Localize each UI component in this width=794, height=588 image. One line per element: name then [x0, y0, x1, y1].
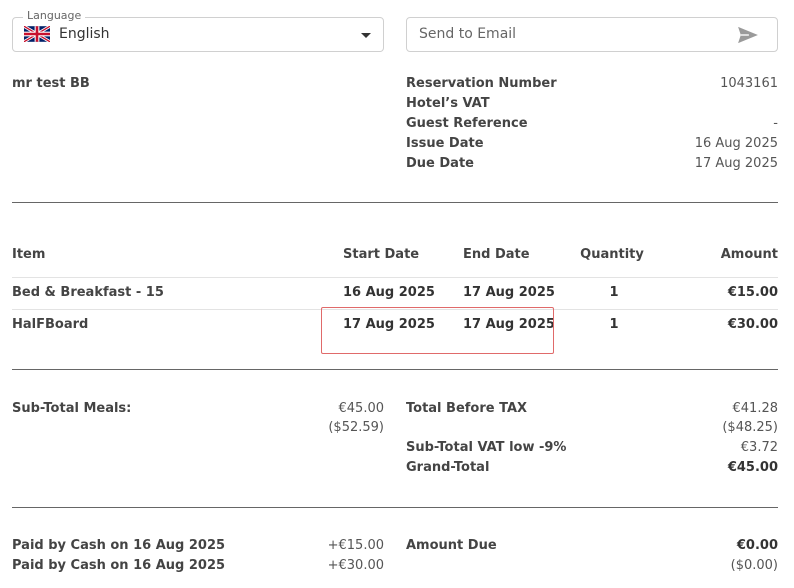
meta-label: Due Date — [406, 156, 474, 171]
subtotal-vat-label: Sub-Total VAT low -9% — [406, 440, 567, 455]
chevron-down-icon[interactable] — [361, 33, 371, 38]
guest-name: mr test BB — [12, 76, 90, 91]
payment-label: Paid by Cash on 16 Aug 2025 — [12, 538, 226, 553]
meta-label: Guest Reference — [406, 116, 528, 131]
meta-value: 1043161 — [720, 76, 778, 91]
payment-label: Paid by Cash on 16 Aug 2025 — [12, 558, 226, 573]
meta-label: Reservation Number — [406, 76, 557, 91]
language-value: English — [59, 26, 110, 42]
total-before-tax-label: Total Before TAX — [406, 401, 528, 416]
amount-due-value-alt: ($0.00) — [730, 558, 778, 573]
grand-total-value: €45.00 — [727, 460, 778, 475]
meta-value: 16 Aug 2025 — [694, 136, 778, 151]
table-row-amount: €15.00 — [727, 285, 778, 300]
header-quantity: Quantity — [580, 247, 644, 262]
meta-row-due-date: Due Date 17 Aug 2025 — [406, 156, 778, 176]
meta-value: - — [773, 116, 778, 131]
divider — [12, 202, 778, 203]
header-start-date: Start Date — [343, 247, 420, 262]
meta-label: Hotel’s VAT — [406, 96, 490, 111]
total-before-tax-value: €41.28 — [732, 401, 779, 416]
subtotal-meals-value: €45.00 — [338, 401, 385, 416]
amount-due-value: €0.00 — [736, 538, 778, 553]
divider — [12, 369, 778, 370]
header-amount: Amount — [720, 247, 778, 262]
total-before-tax-value-alt: ($48.25) — [722, 420, 778, 435]
subtotal-vat-value: €3.72 — [740, 440, 778, 455]
language-select[interactable]: Language English — [12, 9, 384, 52]
email-placeholder: Send to Email — [419, 26, 517, 42]
table-row-item: Bed & Breakfast - 15 — [12, 285, 164, 300]
uk-flag-icon — [24, 26, 50, 42]
meta-row-reservation: Reservation Number 1043161 — [406, 76, 778, 96]
meta-value: 17 Aug 2025 — [694, 156, 778, 171]
meta-row-guest-ref: Guest Reference - — [406, 116, 778, 136]
subtotal-meals-label: Sub-Total Meals: — [12, 401, 132, 416]
amount-due-label: Amount Due — [406, 538, 497, 553]
send-email-field[interactable]: Send to Email — [406, 17, 778, 52]
invoice-meta: Reservation Number 1043161 Hotel’s VAT G… — [406, 76, 778, 176]
table-row-end: 17 Aug 2025 — [463, 285, 555, 300]
payment-value: +€30.00 — [327, 558, 384, 573]
header-item: Item — [12, 247, 46, 262]
row-separator — [12, 277, 778, 278]
table-row-qty: 1 — [609, 317, 619, 332]
divider — [12, 507, 778, 508]
table-row-qty: 1 — [609, 285, 619, 300]
send-icon[interactable] — [737, 26, 759, 44]
table-row-item: HalFBoard — [12, 317, 89, 332]
header-end-date: End Date — [463, 247, 530, 262]
grand-total-label: Grand-Total — [406, 460, 490, 475]
meta-row-vat: Hotel’s VAT — [406, 96, 778, 116]
payment-value: +€15.00 — [327, 538, 384, 553]
language-label: Language — [23, 9, 86, 22]
table-row-amount: €30.00 — [727, 317, 778, 332]
highlight-box — [321, 307, 554, 354]
meta-label: Issue Date — [406, 136, 484, 151]
subtotal-meals-value-alt: ($52.59) — [328, 420, 384, 435]
table-row-start: 16 Aug 2025 — [343, 285, 435, 300]
meta-row-issue-date: Issue Date 16 Aug 2025 — [406, 136, 778, 156]
